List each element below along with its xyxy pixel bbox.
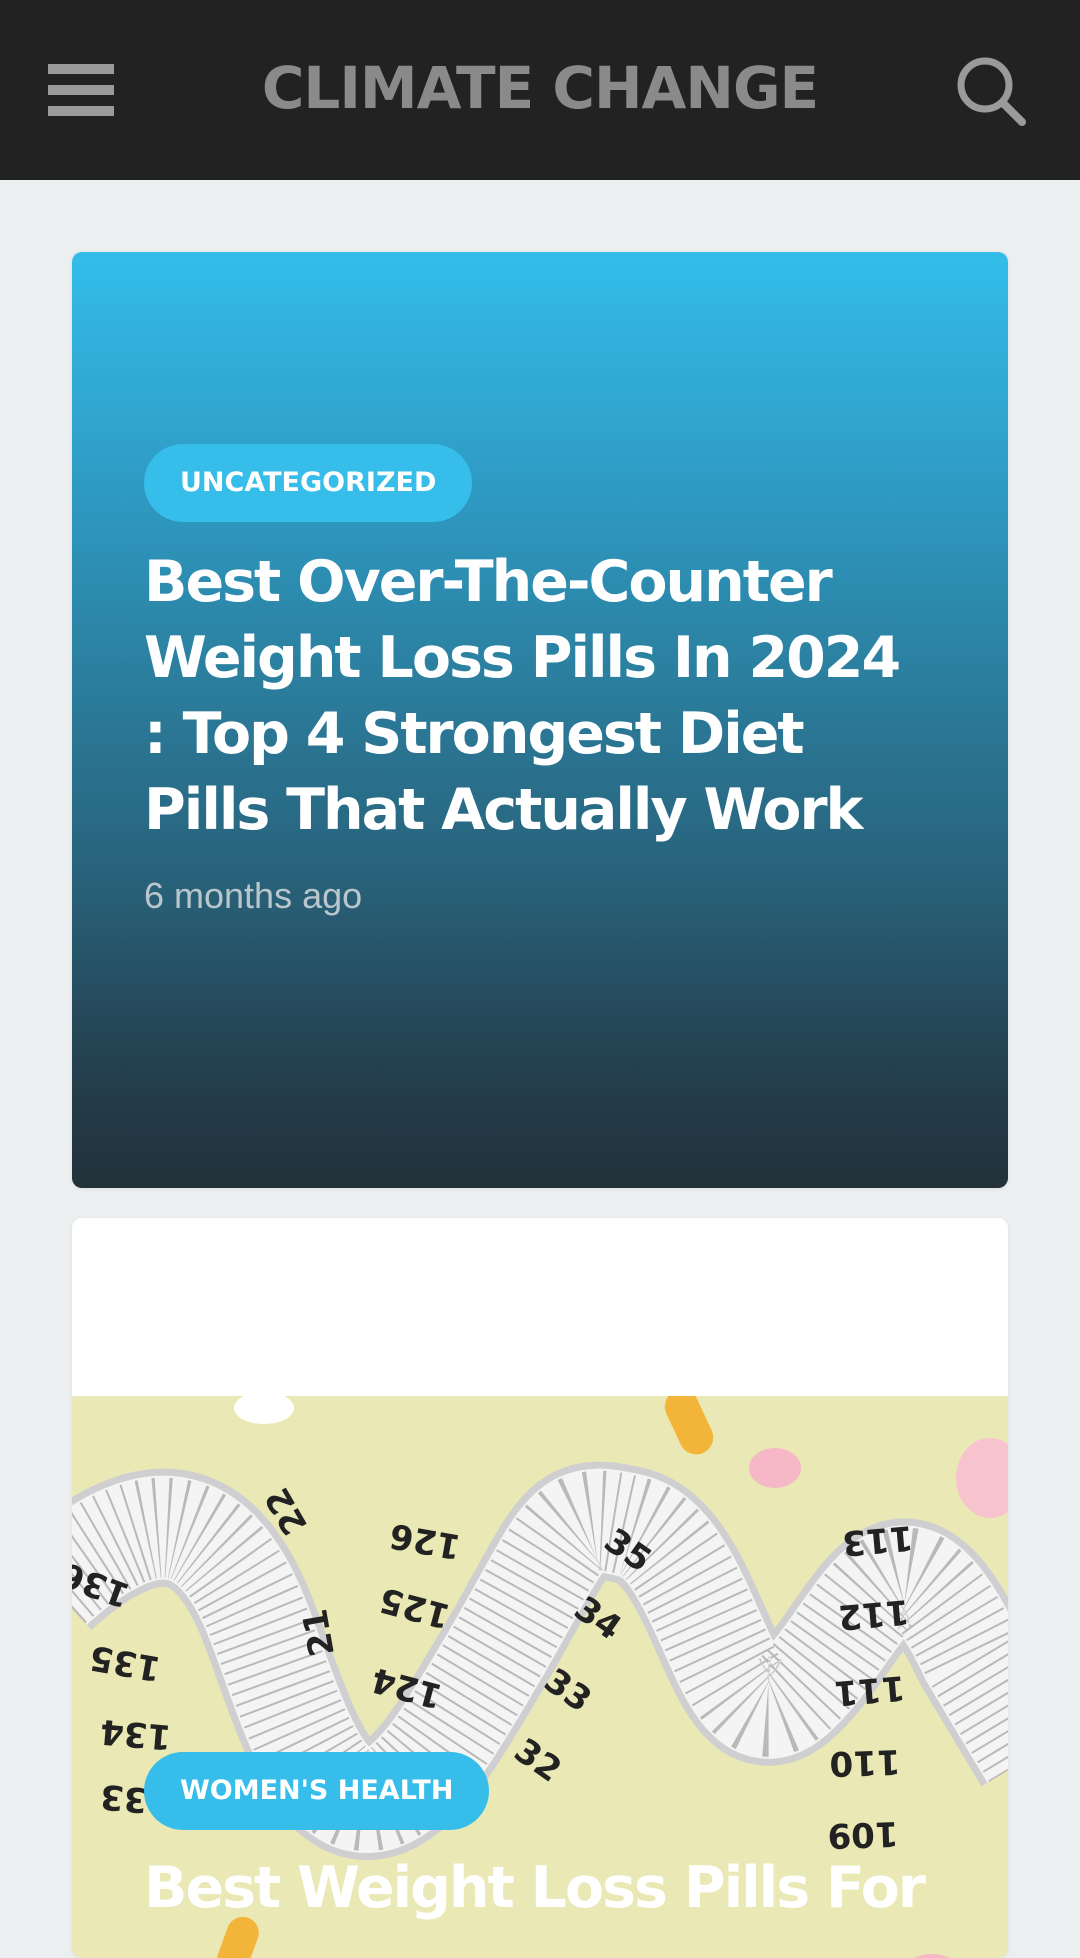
- category-badge[interactable]: WOMEN'S HEALTH: [144, 1752, 490, 1830]
- menu-line-bottom: [48, 106, 114, 116]
- menu-line-middle: [48, 85, 114, 95]
- tape-number: 135: [87, 1637, 164, 1689]
- post-card[interactable]: UNCATEGORIZED Best Over-The-Counter Weig…: [72, 252, 1008, 1188]
- menu-line-top: [48, 64, 114, 74]
- pink-pill: [749, 1448, 801, 1488]
- post-card[interactable]: 136 135 134 133 22 21 126 125 124 123 35…: [72, 1218, 1008, 1958]
- tape-number: 125: [375, 1579, 454, 1636]
- tape-number: 113: [841, 1517, 915, 1563]
- tape-number: 126: [387, 1515, 464, 1567]
- top-navigation-bar: CLIMATE CHANGE: [0, 0, 1080, 180]
- tape-number: 21: [295, 1606, 343, 1660]
- tape-number: 110: [829, 1741, 901, 1783]
- pink-pill: [956, 1438, 1008, 1518]
- tape-number: 32: [507, 1731, 569, 1791]
- yellow-pill: [664, 1389, 714, 1455]
- post-title[interactable]: Best Weight Loss Pills For: [144, 1850, 934, 1926]
- hamburger-menu-button[interactable]: [40, 58, 120, 122]
- site-title[interactable]: CLIMATE CHANGE: [190, 52, 890, 124]
- tape-number: 112: [837, 1591, 911, 1637]
- tape-number: 111: [833, 1667, 907, 1713]
- tape-number: 134: [99, 1711, 173, 1757]
- post-date: 6 months ago: [144, 875, 363, 916]
- pink-pill: [914, 1954, 950, 1958]
- post-title[interactable]: Best Over-The-Counter Weight Loss Pills …: [144, 544, 934, 848]
- white-pill: [234, 1392, 294, 1424]
- search-icon: [957, 57, 1026, 126]
- category-badge[interactable]: UNCATEGORIZED: [144, 444, 473, 522]
- search-button[interactable]: [952, 52, 1032, 132]
